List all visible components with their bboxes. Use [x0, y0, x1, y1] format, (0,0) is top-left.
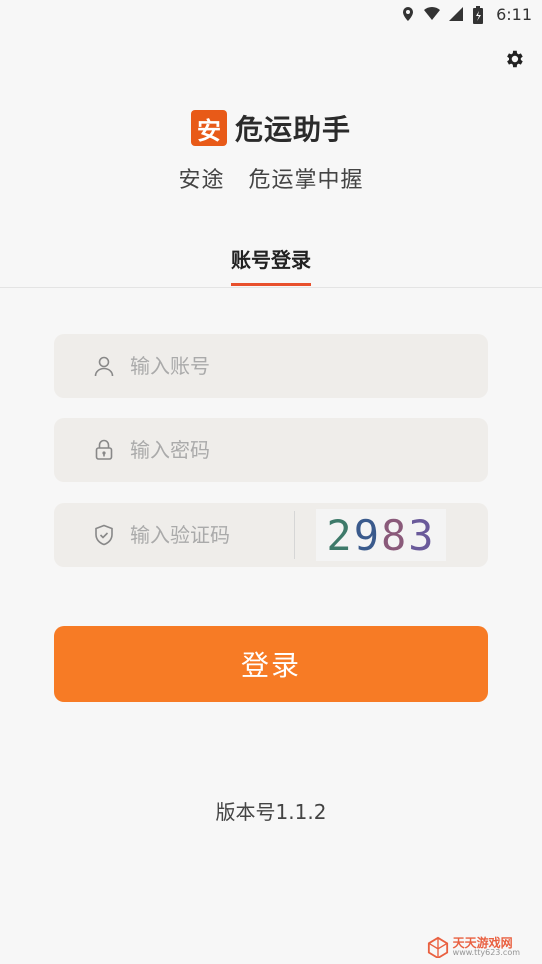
tab-account-login[interactable]: 账号登录 — [231, 244, 311, 286]
settings-button[interactable] — [502, 47, 526, 71]
captcha-digit: 2983 — [326, 510, 436, 560]
account-input[interactable] — [130, 354, 280, 378]
account-field[interactable] — [54, 334, 488, 398]
password-field[interactable] — [54, 418, 488, 482]
login-button[interactable]: 登录 — [54, 626, 488, 702]
app-logo: 安 — [190, 110, 227, 146]
lock-icon — [92, 438, 116, 462]
watermark: 天天游戏网 www.tty623.com — [427, 936, 520, 958]
gear-icon — [507, 50, 523, 68]
user-icon — [92, 354, 116, 378]
slogan: 安途 危运掌中握 — [178, 168, 364, 193]
captcha-image[interactable]: 2983 — [316, 509, 446, 561]
divider — [0, 287, 542, 288]
watermark-logo-icon — [427, 936, 448, 958]
shield-icon — [92, 523, 116, 547]
tab-bar: 账号登录 — [0, 244, 542, 286]
signal-icon — [448, 6, 464, 22]
password-input[interactable] — [130, 438, 280, 462]
wifi-icon — [424, 6, 441, 22]
status-bar: 6:11 — [0, 0, 542, 28]
status-time: 6:11 — [496, 4, 532, 24]
captcha-field[interactable]: 2983 — [54, 503, 488, 567]
app-name: 危运助手 — [234, 113, 351, 146]
brand-header: 安 危运助手 — [0, 108, 542, 148]
version-text: 版本号1.1.2 — [215, 800, 327, 824]
captcha-separator — [294, 511, 295, 559]
watermark-subtitle: www.tty623.com — [452, 948, 520, 957]
battery-icon — [472, 6, 488, 24]
captcha-input[interactable] — [130, 523, 280, 547]
location-icon — [400, 6, 416, 22]
